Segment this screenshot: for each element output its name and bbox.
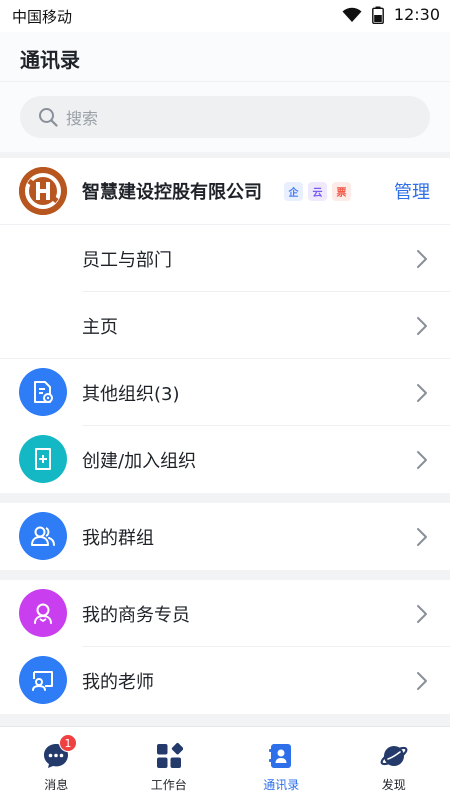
search-placeholder: 搜索 [66,109,99,128]
organization-logo [19,167,67,215]
invoice-icon: 票 [332,182,351,201]
tab-discover[interactable]: 发现 [338,727,450,800]
chevron-right-icon [417,672,427,690]
search-input[interactable]: 搜索 [20,96,430,138]
tab-label: 消息 [44,778,69,792]
tab-label: 通讯录 [263,778,300,792]
search-section: 搜索 [0,82,450,152]
list-item-label: 我的老师 [82,671,154,693]
contacts-card: 我的商务专员 我的老师 [0,580,450,714]
organization-badges: 企 云 票 [284,182,351,201]
search-icon [39,108,58,127]
tab-label: 发现 [381,778,406,792]
page-header: 通讯录 [0,32,450,82]
page-title: 通讯录 [20,48,80,72]
contacts-book-icon [267,742,295,770]
groups-card: 我的群组 [0,503,450,570]
org-logo-icon [19,167,67,215]
chevron-right-icon [417,384,427,402]
unread-count-badge: 1 [59,734,77,752]
cloud-service-icon: 云 [308,182,327,201]
status-indicators: 12:30 [342,5,440,24]
chevron-right-icon [417,250,427,268]
tab-label: 工作台 [150,778,187,792]
list-item-staff-departments[interactable]: 员工与部门 [0,225,450,292]
business-specialist-icon [19,589,67,637]
organization-header-row[interactable]: 智慧建设控股有限公司 企 云 票 管理 [0,158,450,225]
list-item-label: 我的商务专员 [82,604,190,626]
list-item-label: 其他组织(3) [82,383,180,405]
list-item-create-join-org[interactable]: 创建/加入组织 [0,426,450,493]
teacher-board-icon [19,656,67,704]
organization-file-icon [19,368,67,416]
clock: 12:30 [393,5,440,24]
tab-messages[interactable]: 1 消息 [0,727,113,800]
organization-name: 智慧建设控股有限公司 [82,182,262,203]
list-item-homepage[interactable]: 主页 [0,292,450,359]
chevron-right-icon [417,528,427,546]
chevron-right-icon [417,317,427,335]
chevron-right-icon [417,451,427,469]
group-users-icon [19,512,67,560]
list-item-other-orgs[interactable]: 其他组织(3) [0,359,450,426]
tab-workbench[interactable]: 工作台 [113,727,226,800]
carrier-name: 中国移动 [12,8,73,26]
list-item-business-specialist[interactable]: 我的商务专员 [0,580,450,647]
wifi-icon [342,7,362,22]
manage-button[interactable]: 管理 [394,178,430,204]
workbench-grid-icon [155,742,184,770]
create-join-org-icon [19,435,67,483]
status-bar: 中国移动 12:30 [0,0,450,32]
bottom-tab-bar: 1 消息 工作台 通讯录 发现 [0,726,450,800]
organization-card: 智慧建设控股有限公司 企 云 票 管理 员工与部门 主页 其他组织(3) 创建/… [0,158,450,493]
list-item-my-teacher[interactable]: 我的老师 [0,647,450,714]
battery-icon [371,6,384,24]
chevron-right-icon [417,605,427,623]
tab-contacts[interactable]: 通讯录 [225,727,338,800]
list-item-label: 主页 [82,316,118,338]
list-item-my-groups[interactable]: 我的群组 [0,503,450,570]
list-item-label: 创建/加入组织 [82,450,197,472]
list-item-label: 我的群组 [82,527,154,549]
certified-enterprise-icon: 企 [284,182,303,201]
list-item-label: 员工与部门 [82,249,172,271]
discover-planet-icon [380,742,408,770]
